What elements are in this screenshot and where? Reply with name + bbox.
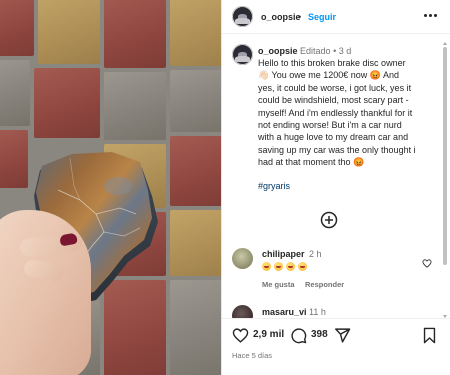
comments-scroll-area[interactable]: o_oopsie Editado • 3 d Hello to this bro… xyxy=(222,35,450,318)
comment-time: 2 h xyxy=(309,249,322,259)
post-header: o_oopsie • Seguir xyxy=(222,0,450,34)
comment-username[interactable]: masaru_vi xyxy=(262,307,307,317)
edited-label: Editado xyxy=(300,46,331,56)
comment-reply-button[interactable]: Responder xyxy=(305,280,344,289)
follow-button[interactable]: Seguir xyxy=(308,12,336,22)
action-bar: 2,9 mil 398 Hace 5 días xyxy=(222,318,450,375)
caption-header: o_oopsie Editado • 3 d xyxy=(258,46,351,56)
comment-username[interactable]: chilipaper xyxy=(262,249,305,259)
caption-line: could be windshield, most scary part - xyxy=(258,95,409,106)
laughing-emoji-icon xyxy=(262,262,271,271)
scroll-thumb[interactable] xyxy=(443,47,447,265)
heart-icon[interactable] xyxy=(232,327,249,344)
comment-time: 11 h xyxy=(309,307,326,317)
separator-dot: • xyxy=(298,12,302,22)
comment-avatar[interactable] xyxy=(232,248,253,269)
comment-emojis xyxy=(262,262,307,271)
caption-line: yes, it could be worse, i got luck, yes … xyxy=(258,82,412,93)
comment-like-button[interactable]: Me gusta xyxy=(262,280,295,289)
plus-circle-icon[interactable] xyxy=(320,211,338,229)
scrollbar[interactable] xyxy=(443,42,447,318)
comment-bubble-icon[interactable] xyxy=(290,327,307,344)
likes-count[interactable]: 2,9 mil xyxy=(253,329,284,340)
caption-age: 3 d xyxy=(338,46,352,56)
post-panel: o_oopsie • Seguir o_oopsie Editado • 3 d… xyxy=(222,0,450,375)
caption-author[interactable]: o_oopsie xyxy=(258,46,298,56)
bookmark-icon[interactable] xyxy=(421,327,438,344)
comments-count[interactable]: 398 xyxy=(311,329,328,340)
comment-avatar[interactable] xyxy=(232,305,253,318)
caption-author-avatar[interactable] xyxy=(232,44,253,65)
laughing-emoji-icon xyxy=(286,262,295,271)
more-horizontal-icon[interactable] xyxy=(424,10,438,20)
send-icon[interactable] xyxy=(334,327,351,344)
post-photo xyxy=(0,0,221,375)
caption-line: myself! And i'm endlessly thankful for i… xyxy=(258,107,413,118)
hashtag-link[interactable]: #gryaris xyxy=(258,181,290,191)
caption-line: not ending worse! But i'm a car nurd xyxy=(258,120,402,131)
scroll-up-arrow[interactable] xyxy=(443,42,447,45)
comment-heart-icon[interactable] xyxy=(422,259,432,268)
author-username[interactable]: o_oopsie xyxy=(261,12,301,22)
caption-line: had at that moment tho 😡 xyxy=(258,157,365,168)
caption-line: saving up my car was the only thought i xyxy=(258,144,416,155)
laughing-emoji-icon xyxy=(298,262,307,271)
caption-text: Hello to this broken brake disc owner 👋🏻… xyxy=(258,57,440,169)
caption-line: Hello to this broken brake disc owner xyxy=(258,58,406,68)
laughing-emoji-icon xyxy=(274,262,283,271)
caption-separator: • xyxy=(333,46,337,56)
caption-line: with a huge love to my dream car and xyxy=(258,132,409,143)
author-avatar[interactable] xyxy=(232,6,253,27)
caption-line: 👋🏻 You owe me 1200€ now 😡 And xyxy=(258,70,400,81)
post-date[interactable]: Hace 5 días xyxy=(232,351,272,360)
